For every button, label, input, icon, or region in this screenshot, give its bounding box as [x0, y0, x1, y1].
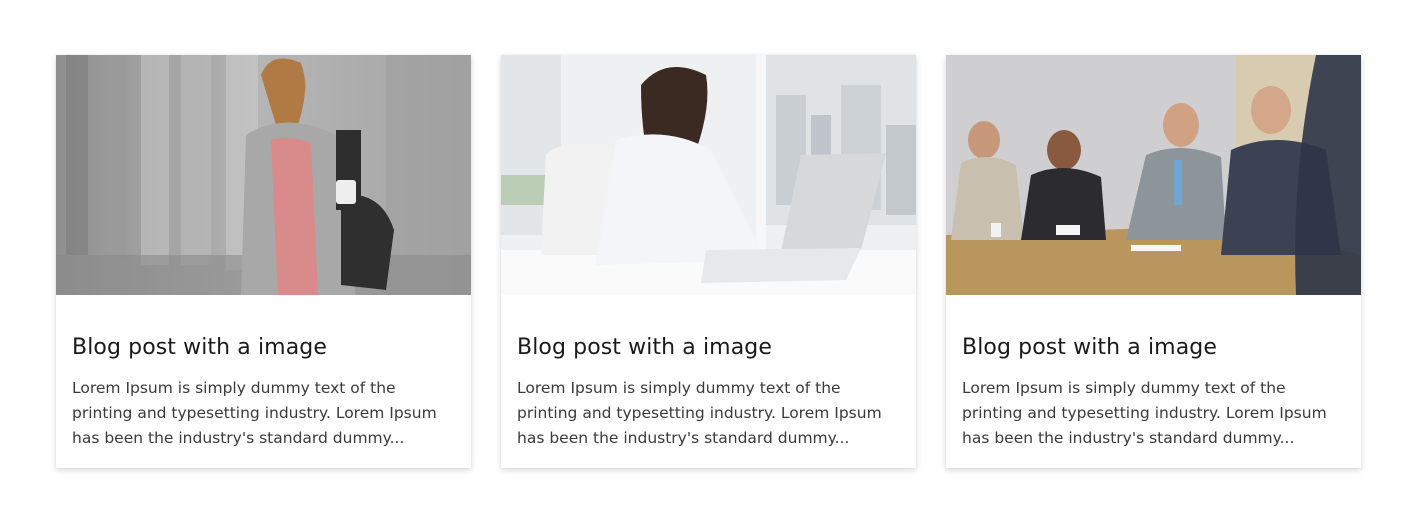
woman-at-laptop-photo[interactable]: [501, 55, 916, 295]
blog-card[interactable]: Blog post with a image Lorem Ipsum is si…: [56, 55, 471, 468]
card-body: Blog post with a image Lorem Ipsum is si…: [56, 295, 471, 451]
card-body: Blog post with a image Lorem Ipsum is si…: [946, 295, 1361, 451]
card-title[interactable]: Blog post with a image: [962, 333, 1345, 363]
blog-card[interactable]: Blog post with a image Lorem Ipsum is si…: [501, 55, 916, 468]
woman-on-phone-photo[interactable]: [56, 55, 471, 295]
business-meeting-photo[interactable]: [946, 55, 1361, 295]
card-excerpt: Lorem Ipsum is simply dummy text of the …: [517, 379, 882, 447]
card-excerpt: Lorem Ipsum is simply dummy text of the …: [962, 379, 1327, 447]
blog-card-list: Blog post with a image Lorem Ipsum is si…: [56, 55, 1361, 468]
card-excerpt: Lorem Ipsum is simply dummy text of the …: [72, 379, 437, 447]
card-body: Blog post with a image Lorem Ipsum is si…: [501, 295, 916, 451]
card-title[interactable]: Blog post with a image: [517, 333, 900, 363]
blog-card[interactable]: Blog post with a image Lorem Ipsum is si…: [946, 55, 1361, 468]
card-title[interactable]: Blog post with a image: [72, 333, 455, 363]
